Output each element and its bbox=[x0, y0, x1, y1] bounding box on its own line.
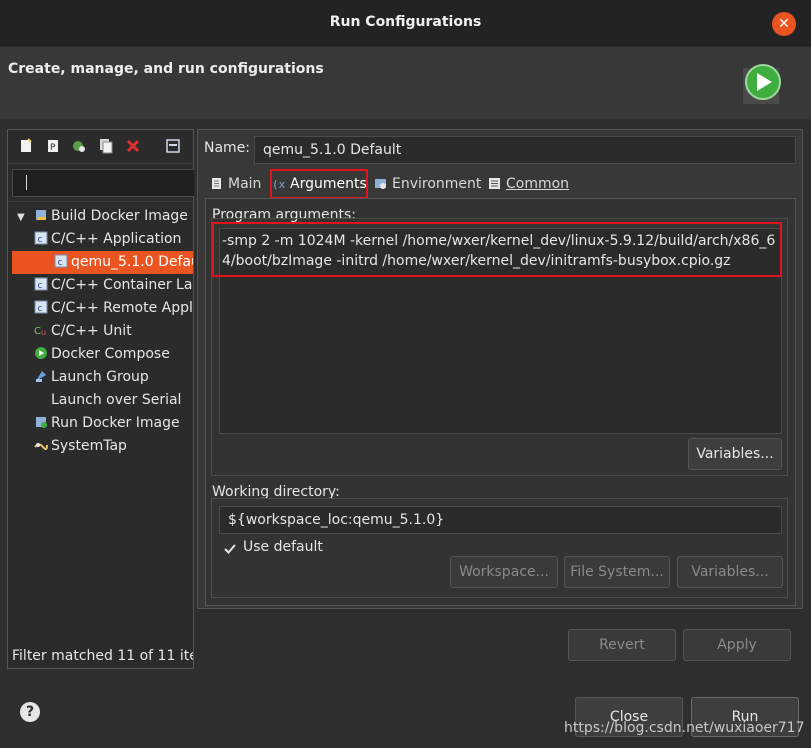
use-default-checkbox[interactable] bbox=[222, 541, 238, 557]
main-tab-icon bbox=[212, 178, 221, 189]
launch-group-icon bbox=[36, 371, 46, 382]
tree-item-label: qemu_5.1.0 Default bbox=[71, 254, 193, 270]
tree-item-cpp-unit[interactable]: Cu C/C++ Unit bbox=[34, 320, 132, 343]
tree-item-qemu-default[interactable]: c qemu_5.1.0 Default bbox=[12, 251, 193, 274]
working-directory-field[interactable]: ${workspace_loc:qemu_5.1.0} bbox=[219, 506, 782, 534]
configuration-tree: Build Docker Image ▼ c C/C++ Application … bbox=[8, 201, 193, 641]
environment-tab-icon bbox=[375, 179, 386, 189]
tree-item-cpp-container-launcher[interactable]: c C/C++ Container Launcher bbox=[34, 274, 193, 297]
svg-text:c: c bbox=[38, 235, 43, 245]
c-unit-icon: Cu bbox=[34, 326, 46, 337]
tree-item-cpp-application[interactable]: c C/C++ Application bbox=[34, 228, 181, 251]
tree-item-label: C/C++ Application bbox=[51, 231, 182, 247]
arguments-tab-content: Program arguments: -smp 2 -m 1024M -kern… bbox=[205, 198, 796, 606]
svg-text:C: C bbox=[34, 326, 41, 337]
tree-item-label: Build Docker Image bbox=[51, 208, 188, 224]
tree-item-run-docker-image[interactable]: Run Docker Image bbox=[34, 412, 180, 435]
window-title: Run Configurations bbox=[329, 14, 482, 30]
svg-text:c: c bbox=[38, 281, 43, 291]
name-field[interactable]: qemu_5.1.0 Default bbox=[254, 136, 796, 164]
workspace-button[interactable]: Workspace... bbox=[450, 556, 558, 588]
new-prototype-icon[interactable]: P bbox=[45, 138, 61, 154]
tree-item-label: SystemTap bbox=[51, 438, 127, 454]
tree-item-label: Docker Compose bbox=[51, 346, 170, 362]
duplicate-icon[interactable] bbox=[98, 138, 114, 154]
export-configuration-icon[interactable] bbox=[71, 138, 87, 154]
tree-item-launch-over-serial[interactable]: Launch over Serial bbox=[51, 389, 181, 412]
tree-item-systemtap[interactable]: SystemTap bbox=[34, 435, 127, 458]
file-system-button[interactable]: File System... bbox=[564, 556, 670, 588]
svg-text:c: c bbox=[38, 304, 43, 314]
tree-item-label: C/C++ Remote Application bbox=[51, 300, 193, 316]
c-remote-icon: c bbox=[34, 300, 48, 314]
configuration-editor: Name: qemu_5.1.0 Default Main (x)Argumen… bbox=[197, 129, 803, 609]
common-tab-icon bbox=[489, 178, 500, 189]
systemtap-icon bbox=[34, 443, 48, 451]
title-bar: Run Configurations ✕ bbox=[0, 0, 811, 46]
run-logo-icon bbox=[743, 64, 781, 104]
tab-label: Common bbox=[506, 176, 570, 192]
name-label: Name: bbox=[204, 140, 251, 156]
c-container-icon: c bbox=[34, 277, 48, 291]
tree-item-label: C/C++ Unit bbox=[51, 323, 132, 339]
working-directory-group: ${workspace_loc:qemu_5.1.0} Use default … bbox=[211, 498, 788, 598]
watermark-text: https://blog.csdn.net/wuxiaoer717 bbox=[564, 720, 805, 736]
tab-main[interactable]: Main bbox=[210, 170, 261, 198]
tree-item-label: Launch Group bbox=[51, 369, 149, 385]
tree-item-cpp-remote-application[interactable]: c C/C++ Remote Application bbox=[34, 297, 193, 320]
docker-run-icon bbox=[36, 417, 47, 428]
tree-item-label: Launch over Serial bbox=[51, 392, 182, 408]
svg-text:c: c bbox=[58, 258, 63, 268]
expand-arrow-icon[interactable]: ▼ bbox=[17, 212, 25, 223]
c-app-icon: c bbox=[34, 231, 48, 245]
dialog-header: Create, manage, and run configurations bbox=[0, 47, 811, 119]
dialog-subtitle: Create, manage, and run configurations bbox=[8, 61, 324, 77]
arguments-tab-highlight bbox=[270, 169, 368, 199]
tree-item-build-docker-image[interactable]: Build Docker Image bbox=[34, 205, 188, 228]
tab-environment[interactable]: Environment bbox=[374, 170, 481, 198]
tree-item-label: Run Docker Image bbox=[51, 415, 180, 431]
docker-compose-icon bbox=[35, 347, 47, 359]
c-config-icon: c bbox=[54, 254, 68, 268]
svg-text:P: P bbox=[50, 143, 56, 153]
new-configuration-icon[interactable] bbox=[18, 138, 34, 154]
tree-item-label: C/C++ Container Launcher bbox=[51, 277, 193, 293]
text-caret bbox=[26, 175, 27, 190]
tree-item-docker-compose[interactable]: Docker Compose bbox=[34, 343, 170, 366]
apply-button[interactable]: Apply bbox=[683, 629, 791, 661]
revert-button[interactable]: Revert bbox=[568, 629, 676, 661]
help-icon[interactable]: ? bbox=[20, 702, 40, 722]
use-default-label: Use default bbox=[243, 539, 323, 555]
collapse-all-icon[interactable] bbox=[165, 138, 181, 154]
docker-build-icon bbox=[36, 210, 46, 220]
filter-cursor-wrap bbox=[12, 169, 194, 197]
tab-label: Environment bbox=[392, 176, 482, 192]
filter-status-text: Filter matched 11 of 11 items bbox=[12, 648, 193, 664]
config-toolbar: P bbox=[8, 130, 193, 164]
delete-icon[interactable] bbox=[125, 138, 141, 154]
variables-button-disabled[interactable]: Variables... bbox=[677, 556, 783, 588]
tab-label: Main bbox=[228, 176, 262, 192]
configuration-list-panel: P Build Docker Image ▼ c C/C++ Applicatio… bbox=[7, 129, 194, 669]
svg-text:u: u bbox=[41, 328, 46, 337]
variables-button[interactable]: Variables... bbox=[688, 438, 782, 470]
tree-item-launch-group[interactable]: Launch Group bbox=[34, 366, 149, 389]
program-arguments-highlight bbox=[212, 222, 782, 277]
close-window-button[interactable]: ✕ bbox=[772, 12, 796, 36]
tab-common[interactable]: Common bbox=[488, 170, 569, 198]
